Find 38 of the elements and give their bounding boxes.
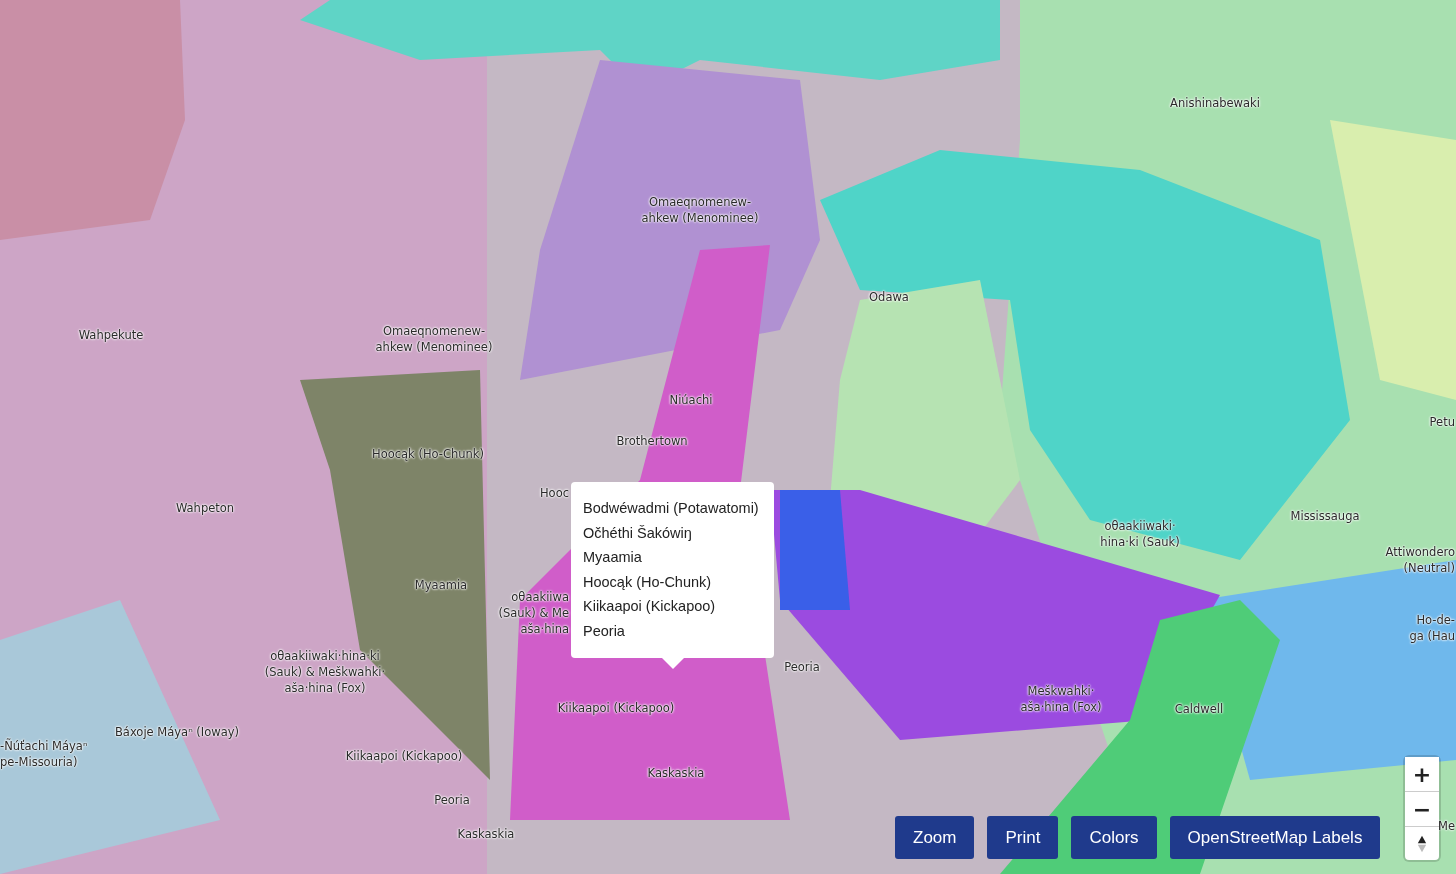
map-label: Kaskaskia	[647, 765, 705, 781]
map-label: Peoria	[784, 659, 820, 675]
map-label: Kaskaskia	[457, 826, 515, 842]
map-label: Anishinabewaki	[1170, 95, 1260, 111]
map-label: Báxoje Máyaⁿ (Ioway)	[114, 724, 240, 740]
map-label: -Ñúťachi Máyaⁿ pe-Missouria)	[0, 738, 88, 770]
map-button[interactable]: OpenStreetMap Labels	[1169, 816, 1381, 859]
nation-name: Myaamia	[583, 548, 643, 567]
nation-name: Očhéthi Šakówiŋ	[583, 523, 693, 543]
map-label: Ho-de- ga (Hau	[1409, 612, 1455, 644]
nation-name: Bodwéwadmi (Potawatomi)	[583, 499, 760, 518]
map-button[interactable]: Print	[987, 816, 1059, 859]
map-label: Petu	[1429, 414, 1455, 430]
map-label: Kiikaapoi (Kickapoo)	[557, 700, 675, 716]
map-label: oθaakiiwaki· hina·ki (Sauk)	[1100, 518, 1180, 550]
map-label: Caldwell	[1174, 701, 1224, 717]
map-label: Mississauga	[1290, 508, 1360, 524]
zoom-in-button[interactable]: +	[1405, 757, 1439, 792]
map-label: Omaeqnomenew- ahkew (Menominee)	[641, 194, 759, 226]
map-button[interactable]: Colors	[1071, 816, 1157, 859]
compass-icon[interactable]	[1417, 834, 1427, 854]
map-label: Wahpeton	[175, 500, 235, 516]
map-label: Wahpekute	[78, 327, 144, 343]
map-label: Hooc	[539, 485, 569, 501]
nation-name: Kiikaapoi (Kickapoo)	[583, 597, 717, 616]
map-button[interactable]: Zoom	[895, 816, 975, 859]
map-label: Me	[1438, 818, 1455, 834]
map-label: Odawa	[869, 289, 909, 305]
map-label: Meškwahki· aša·hina (Fox)	[1020, 683, 1102, 715]
map-label: Attiwondero (Neutral)	[1385, 544, 1455, 576]
nation-name: Hoocąk (Ho-Chunk)	[583, 572, 713, 592]
map-label: Myaamia	[414, 577, 468, 593]
map-label: Omaeqnomenew- ahkew (Menominee)	[375, 323, 493, 355]
map-label: Brothertown	[616, 433, 688, 449]
map-label: Kiikaapoi (Kickapoo)	[345, 748, 463, 764]
map-label: Peoria	[434, 792, 470, 808]
map-label: Niúachi	[669, 392, 713, 408]
nation-name: Peoria	[583, 621, 626, 641]
